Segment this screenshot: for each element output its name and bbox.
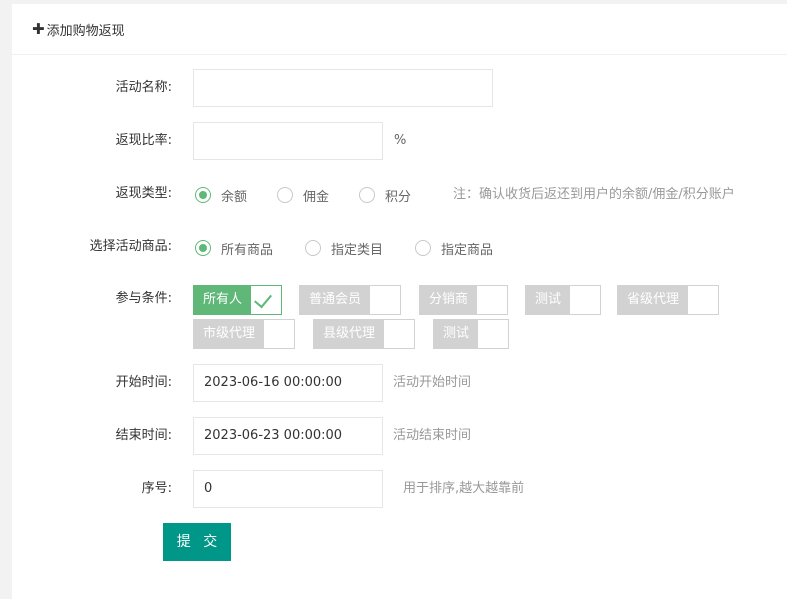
condition-tag-province-agent[interactable]: 省级代理	[617, 285, 720, 315]
tag-label: 分销商	[420, 286, 478, 314]
radio-label: 所有商品	[221, 242, 274, 258]
end-time-input[interactable]: 2023-06-23 00:00:00	[193, 417, 383, 455]
cashback-type-note: 注：确认收货后返还到用户的余额/佣金/积分账户	[453, 187, 735, 202]
radio-dot-icon	[195, 187, 211, 203]
tag-label: 所有人	[194, 286, 252, 314]
start-time-hint: 活动开始时间	[393, 375, 472, 390]
tag-label: 市级代理	[194, 320, 265, 348]
radio-label: 佣金	[303, 189, 330, 205]
end-time-hint: 活动结束时间	[393, 428, 472, 443]
radio-category[interactable]: 指定类目	[305, 238, 383, 258]
radio-label: 积分	[385, 189, 412, 205]
condition-tag-county-agent[interactable]: 县级代理	[313, 319, 416, 349]
radio-specific-goods[interactable]: 指定商品	[415, 238, 493, 258]
radio-balance[interactable]: 余额	[195, 185, 247, 205]
checkbox-box	[370, 286, 400, 314]
radio-points[interactable]: 积分	[359, 185, 411, 205]
checkbox-box	[477, 286, 507, 314]
checkbox-box	[251, 286, 281, 314]
order-hint: 用于排序,越大越靠前	[403, 481, 525, 496]
panel-title: 添加购物返现	[46, 23, 125, 39]
start-time-input[interactable]: 2023-06-16 00:00:00	[193, 364, 383, 402]
end-time-label: 结束时间:	[115, 428, 172, 443]
condition-tag-test[interactable]: 测试	[525, 285, 602, 315]
order-input[interactable]: 0	[193, 470, 383, 508]
checkbox-box	[570, 286, 600, 314]
tag-label: 普通会员	[300, 286, 371, 314]
condition-tag-test-2[interactable]: 测试	[433, 319, 510, 349]
condition-tag-everyone[interactable]: 所有人	[193, 285, 283, 315]
checkbox-box	[478, 320, 508, 348]
tag-label: 县级代理	[314, 320, 385, 348]
tag-label: 测试	[434, 320, 479, 348]
radio-label: 指定类目	[331, 242, 384, 258]
order-label: 序号:	[141, 481, 172, 496]
start-time-label: 开始时间:	[115, 375, 172, 390]
conditions-label: 参与条件:	[115, 291, 172, 306]
select-goods-label: 选择活动商品:	[89, 239, 172, 254]
cashback-type-label: 返现类型:	[115, 186, 172, 201]
activity-name-input[interactable]	[193, 69, 493, 107]
radio-dot-icon	[359, 187, 375, 203]
submit-button[interactable]: 提 交	[163, 523, 231, 561]
condition-tag-city-agent[interactable]: 市级代理	[193, 319, 296, 349]
radio-label: 指定商品	[441, 242, 494, 258]
radio-dot-icon	[305, 240, 321, 256]
cashback-rate-label: 返现比率:	[115, 133, 172, 148]
checkbox-box	[264, 320, 294, 348]
checkbox-box	[688, 286, 718, 314]
condition-tag-distributor[interactable]: 分销商	[419, 285, 509, 315]
percent-unit: %	[394, 133, 407, 148]
checkbox-box	[384, 320, 414, 348]
cashback-rate-input[interactable]	[193, 122, 383, 160]
radio-label: 余额	[221, 189, 248, 205]
plus-icon: ✚	[32, 19, 45, 38]
radio-dot-icon	[195, 240, 211, 256]
radio-all-goods[interactable]: 所有商品	[195, 238, 273, 258]
radio-dot-icon	[415, 240, 431, 256]
panel-header: ✚ 添加购物返现	[12, 4, 787, 55]
check-icon	[254, 289, 272, 309]
radio-dot-icon	[277, 187, 293, 203]
tag-label: 测试	[526, 286, 571, 314]
activity-name-label: 活动名称:	[115, 80, 172, 95]
radio-commission[interactable]: 佣金	[277, 185, 329, 205]
condition-tag-member[interactable]: 普通会员	[299, 285, 402, 315]
tag-label: 省级代理	[618, 286, 689, 314]
